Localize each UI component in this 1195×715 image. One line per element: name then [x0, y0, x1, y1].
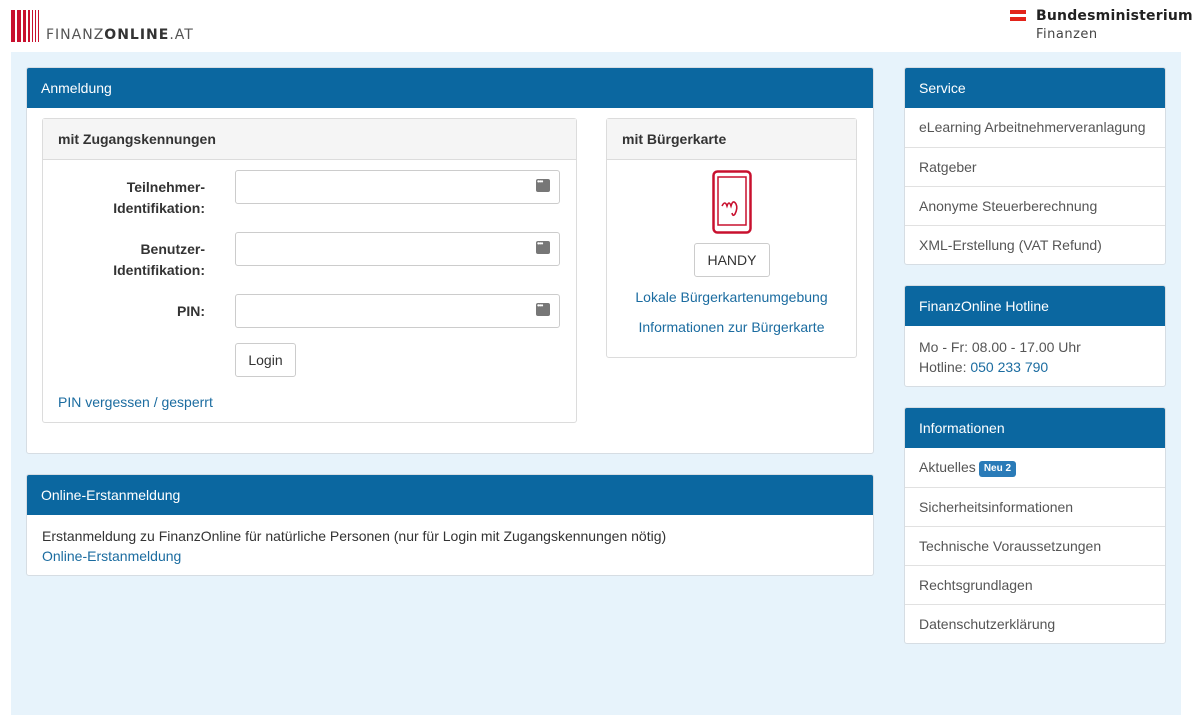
- info-item-security[interactable]: Sicherheitsinformationen: [905, 487, 1165, 526]
- austria-flag-icon: [1010, 10, 1026, 21]
- hotline-phone-label: Hotline:: [919, 359, 967, 375]
- new-count-badge: Neu 2: [978, 461, 1017, 477]
- hotline-phone-row: Hotline: 050 233 790: [919, 359, 1048, 375]
- info-item-privacy[interactable]: Datenschutzerklärung: [905, 604, 1165, 643]
- citizen-card-box: mit Bürgerkarte HANDY Lokale Bürgerkarte…: [606, 118, 857, 358]
- registration-panel-title: Online-Erstanmeldung: [27, 475, 873, 515]
- mobile-signature-icon: [712, 170, 752, 234]
- service-panel-title: Service: [905, 68, 1165, 108]
- participant-id-input[interactable]: [235, 170, 560, 204]
- info-item-legal[interactable]: Rechtsgrundlagen: [905, 565, 1165, 604]
- login-button[interactable]: Login: [235, 343, 296, 377]
- hotline-hours: Mo - Fr: 08.00 - 17.00 Uhr: [919, 339, 1081, 355]
- hotline-phone-link[interactable]: 050 233 790: [970, 359, 1048, 375]
- top-header: FINANZONLINE.AT Bundesministerium Finanz…: [0, 0, 1195, 52]
- participant-id-label: Teilnehmer- Identifikation:: [113, 179, 205, 216]
- registration-text: Erstanmeldung zu FinanzOnline für natürl…: [42, 528, 667, 544]
- service-item-xml-vat-refund[interactable]: XML-Erstellung (VAT Refund): [905, 225, 1165, 264]
- service-item-elearning[interactable]: eLearning Arbeitnehmerveranlagung: [905, 108, 1165, 147]
- pin-forgot-link[interactable]: PIN vergessen / gesperrt: [58, 394, 213, 410]
- password-manager-icon[interactable]: [536, 301, 550, 316]
- local-citizen-card-link[interactable]: Lokale Bürgerkartenumgebung: [607, 289, 856, 305]
- password-manager-icon[interactable]: [536, 239, 550, 254]
- hotline-panel-title: FinanzOnline Hotline: [905, 286, 1165, 326]
- citizen-card-title: mit Bürgerkarte: [607, 119, 856, 160]
- citizen-card-info-link[interactable]: Informationen zur Bürgerkarte: [607, 319, 856, 335]
- logo-wordmark: FINANZONLINE.AT: [46, 27, 194, 43]
- info-item-requirements[interactable]: Technische Voraussetzungen: [905, 526, 1165, 565]
- registration-link[interactable]: Online-Erstanmeldung: [42, 548, 181, 564]
- password-manager-icon[interactable]: [536, 177, 550, 192]
- service-item-tax-calculator[interactable]: Anonyme Steuerberechnung: [905, 186, 1165, 225]
- service-list: eLearning Arbeitnehmerveranlagung Ratgeb…: [905, 108, 1165, 264]
- information-panel-title: Informationen: [905, 408, 1165, 448]
- login-panel-title: Anmeldung: [27, 68, 873, 108]
- handy-button[interactable]: HANDY: [694, 243, 770, 277]
- info-item-aktuelles[interactable]: Aktuelles Neu 2: [905, 448, 1165, 487]
- ministry-title: Bundesministerium: [1036, 8, 1193, 24]
- credentials-title: mit Zugangskennungen: [43, 119, 576, 160]
- registration-panel: Online-Erstanmeldung Erstanmeldung zu Fi…: [26, 474, 874, 576]
- service-item-ratgeber[interactable]: Ratgeber: [905, 147, 1165, 186]
- credentials-box: mit Zugangskennungen Teilnehmer- Identif…: [42, 118, 577, 423]
- information-panel: Informationen Aktuelles Neu 2 Sicherheits…: [904, 407, 1166, 644]
- pin-label: PIN:: [177, 303, 205, 319]
- logo-bars-icon: [11, 10, 41, 42]
- user-id-label: Benutzer- Identifikation:: [113, 241, 205, 278]
- pin-input[interactable]: [235, 294, 560, 328]
- user-id-input[interactable]: [235, 232, 560, 266]
- finanzonline-logo[interactable]: FINANZONLINE.AT: [11, 10, 194, 42]
- login-panel: Anmeldung mit Zugangskennungen Teilnehme…: [26, 67, 874, 454]
- service-panel: Service eLearning Arbeitnehmerveranlagun…: [904, 67, 1166, 265]
- information-list: Aktuelles Neu 2 Sicherheitsinformationen …: [905, 448, 1165, 643]
- hotline-panel: FinanzOnline Hotline Mo - Fr: 08.00 - 17…: [904, 285, 1166, 387]
- ministry-subtitle: Finanzen: [1036, 27, 1098, 42]
